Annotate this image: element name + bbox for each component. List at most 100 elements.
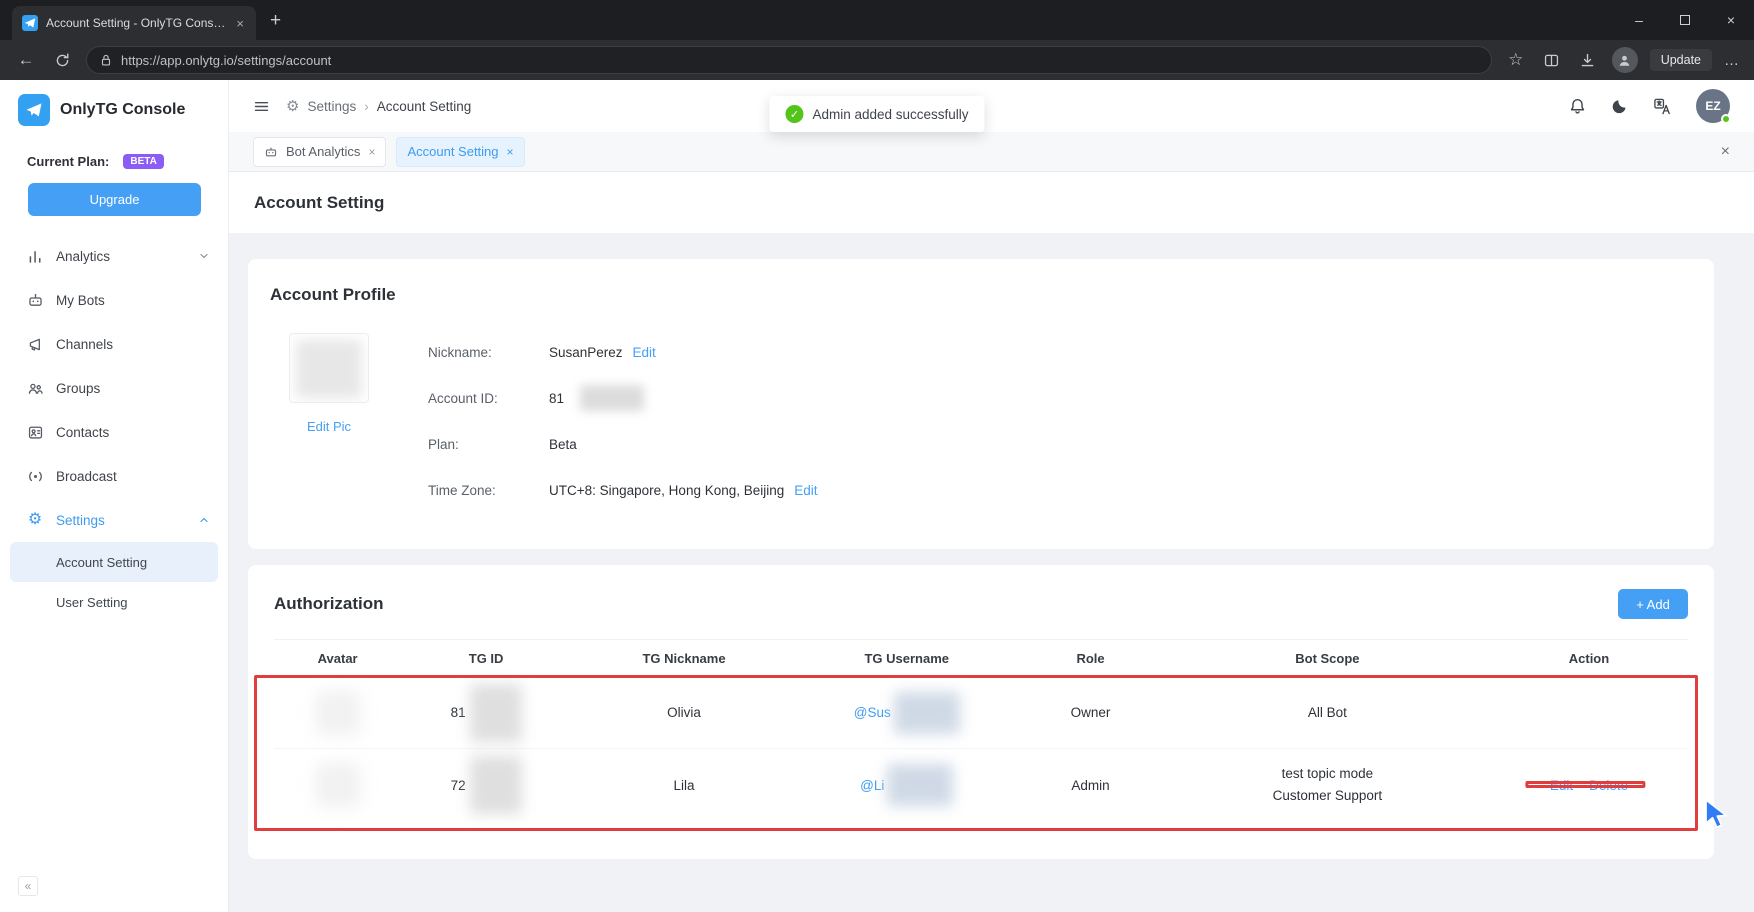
bot-icon xyxy=(26,292,44,309)
current-plan-label: Current Plan: xyxy=(27,154,109,169)
back-button[interactable]: ← xyxy=(14,50,38,70)
chevron-up-icon xyxy=(198,514,210,526)
brand-name: OnlyTG Console xyxy=(60,101,185,119)
sidebar-item-label: Broadcast xyxy=(56,469,117,484)
minimize-button[interactable]: – xyxy=(1616,0,1662,40)
workspace-tab-bot-analytics[interactable]: Bot Analytics × xyxy=(253,137,386,167)
cursor-pointer xyxy=(1702,798,1730,835)
add-admin-button[interactable]: + Add xyxy=(1618,589,1688,619)
tab-title: Account Setting - OnlyTG Console xyxy=(46,16,226,30)
maximize-icon xyxy=(1680,15,1690,25)
brand-favicon-icon xyxy=(22,15,38,31)
tg-nickname-value: Lila xyxy=(571,778,797,793)
dark-mode-moon-icon[interactable] xyxy=(1611,97,1629,115)
bot-icon xyxy=(264,145,278,159)
table-row-owner: 81 Olivia @Sus Owner All Bot xyxy=(274,677,1688,749)
breadcrumb-current: Account Setting xyxy=(377,99,472,114)
workspace-tab-bar: Bot Analytics × Account Setting × × xyxy=(229,132,1754,172)
split-screen-icon[interactable] xyxy=(1540,52,1564,69)
megaphone-icon xyxy=(26,336,44,353)
sidebar-item-label: Analytics xyxy=(56,249,110,264)
avatar-initials: EZ xyxy=(1705,99,1720,113)
close-window-button[interactable]: × xyxy=(1708,0,1754,40)
tg-username-value[interactable]: @Li xyxy=(860,778,884,793)
browser-menu-icon[interactable]: … xyxy=(1724,52,1740,69)
app-header: ⚙ Settings › Account Setting xyxy=(229,80,1754,132)
field-label: Time Zone: xyxy=(428,483,549,498)
upgrade-button[interactable]: Upgrade xyxy=(28,183,201,216)
column-header-tg-nickname: TG Nickname xyxy=(571,651,797,666)
brand-logo-icon xyxy=(18,94,50,126)
sidebar: OnlyTG Console Current Plan: BETA Upgrad… xyxy=(0,80,229,912)
browser-window: Account Setting - OnlyTG Console × + – ×… xyxy=(0,0,1754,912)
sidebar-item-account-setting[interactable]: Account Setting xyxy=(10,542,218,582)
collapse-sidebar-button[interactable]: « xyxy=(18,876,38,896)
redacted-text-blur xyxy=(894,692,960,734)
field-label: Account ID: xyxy=(428,391,549,406)
close-icon[interactable]: × xyxy=(368,145,375,159)
sidebar-item-label: Groups xyxy=(56,381,100,396)
page-content: Account Profile Edit Pic Nickname: xyxy=(229,233,1754,912)
sidebar-item-label: My Bots xyxy=(56,293,105,308)
plan-value: Beta xyxy=(549,437,577,452)
role-value: Admin xyxy=(1016,778,1164,793)
tg-username-value[interactable]: @Sus xyxy=(854,705,891,720)
edit-nickname-link[interactable]: Edit xyxy=(633,345,656,360)
address-bar[interactable]: https://app.onlytg.io/settings/account xyxy=(86,46,1492,74)
breadcrumb-separator: › xyxy=(364,99,369,114)
url-text: https://app.onlytg.io/settings/account xyxy=(121,53,331,68)
sidebar-item-groups[interactable]: Groups xyxy=(0,366,228,410)
sidebar-item-user-setting[interactable]: User Setting xyxy=(10,582,218,622)
close-all-tabs-icon[interactable]: × xyxy=(1721,143,1730,161)
redacted-image-blur xyxy=(296,340,362,398)
tab-close-icon[interactable]: × xyxy=(234,16,246,31)
contact-card-icon xyxy=(26,424,44,441)
section-title: Account Profile xyxy=(270,285,1692,305)
bot-scope-value: All Bot xyxy=(1165,705,1490,720)
workspace-tab-account-setting[interactable]: Account Setting × xyxy=(396,137,524,167)
edit-admin-link[interactable]: Edit xyxy=(1550,778,1573,793)
close-icon[interactable]: × xyxy=(507,145,514,159)
browser-profile-avatar[interactable] xyxy=(1612,47,1638,73)
edit-timezone-link[interactable]: Edit xyxy=(794,483,817,498)
column-header-action: Action xyxy=(1490,651,1688,666)
browser-tab[interactable]: Account Setting - OnlyTG Console × xyxy=(12,6,256,40)
sidebar-item-channels[interactable]: Channels xyxy=(0,322,228,366)
authorization-card: Authorization + Add Avatar TG ID TG Nick… xyxy=(248,565,1714,859)
update-button[interactable]: Update xyxy=(1650,49,1712,71)
redacted-text-blur xyxy=(887,764,953,806)
download-icon[interactable] xyxy=(1576,52,1600,69)
field-account-id: Account ID: 81 xyxy=(428,375,1692,421)
edit-pic-link[interactable]: Edit Pic xyxy=(307,419,351,434)
user-avatar[interactable]: EZ xyxy=(1696,89,1730,123)
breadcrumb-settings[interactable]: Settings xyxy=(307,99,356,114)
field-timezone: Time Zone: UTC+8: Singapore, Hong Kong, … xyxy=(428,467,1692,513)
bot-scope-line: Customer Support xyxy=(1273,785,1383,807)
bookmark-star-icon[interactable]: ☆ xyxy=(1504,50,1528,70)
maximize-button[interactable] xyxy=(1662,0,1708,40)
sidebar-child-label: User Setting xyxy=(56,595,128,610)
column-header-tg-username: TG Username xyxy=(797,651,1016,666)
tg-id-value: 72 xyxy=(451,778,466,793)
field-label: Plan: xyxy=(428,437,549,452)
sidebar-item-contacts[interactable]: Contacts xyxy=(0,410,228,454)
sidebar-item-label: Channels xyxy=(56,337,113,352)
people-icon xyxy=(26,380,44,397)
menu-toggle-icon[interactable] xyxy=(253,98,270,115)
sidebar-item-broadcast[interactable]: Broadcast xyxy=(0,454,228,498)
translate-icon[interactable] xyxy=(1653,97,1672,116)
sidebar-item-analytics[interactable]: Analytics xyxy=(0,234,228,278)
sidebar-item-my-bots[interactable]: My Bots xyxy=(0,278,228,322)
new-tab-button[interactable]: + xyxy=(270,10,281,32)
tg-nickname-value: Olivia xyxy=(571,705,797,720)
field-label: Nickname: xyxy=(428,345,549,360)
bot-scope-line: test topic mode xyxy=(1273,763,1383,785)
delete-admin-link[interactable]: Delete xyxy=(1589,778,1628,793)
gear-icon: ⚙ xyxy=(286,97,299,115)
account-profile-card: Account Profile Edit Pic Nickname: xyxy=(248,259,1714,549)
refresh-button[interactable] xyxy=(50,52,74,69)
column-header-tg-id: TG ID xyxy=(401,651,571,666)
main-area: ⚙ Settings › Account Setting xyxy=(229,80,1754,912)
sidebar-item-settings[interactable]: ⚙ Settings xyxy=(0,498,228,542)
notification-bell-icon[interactable] xyxy=(1568,97,1587,116)
